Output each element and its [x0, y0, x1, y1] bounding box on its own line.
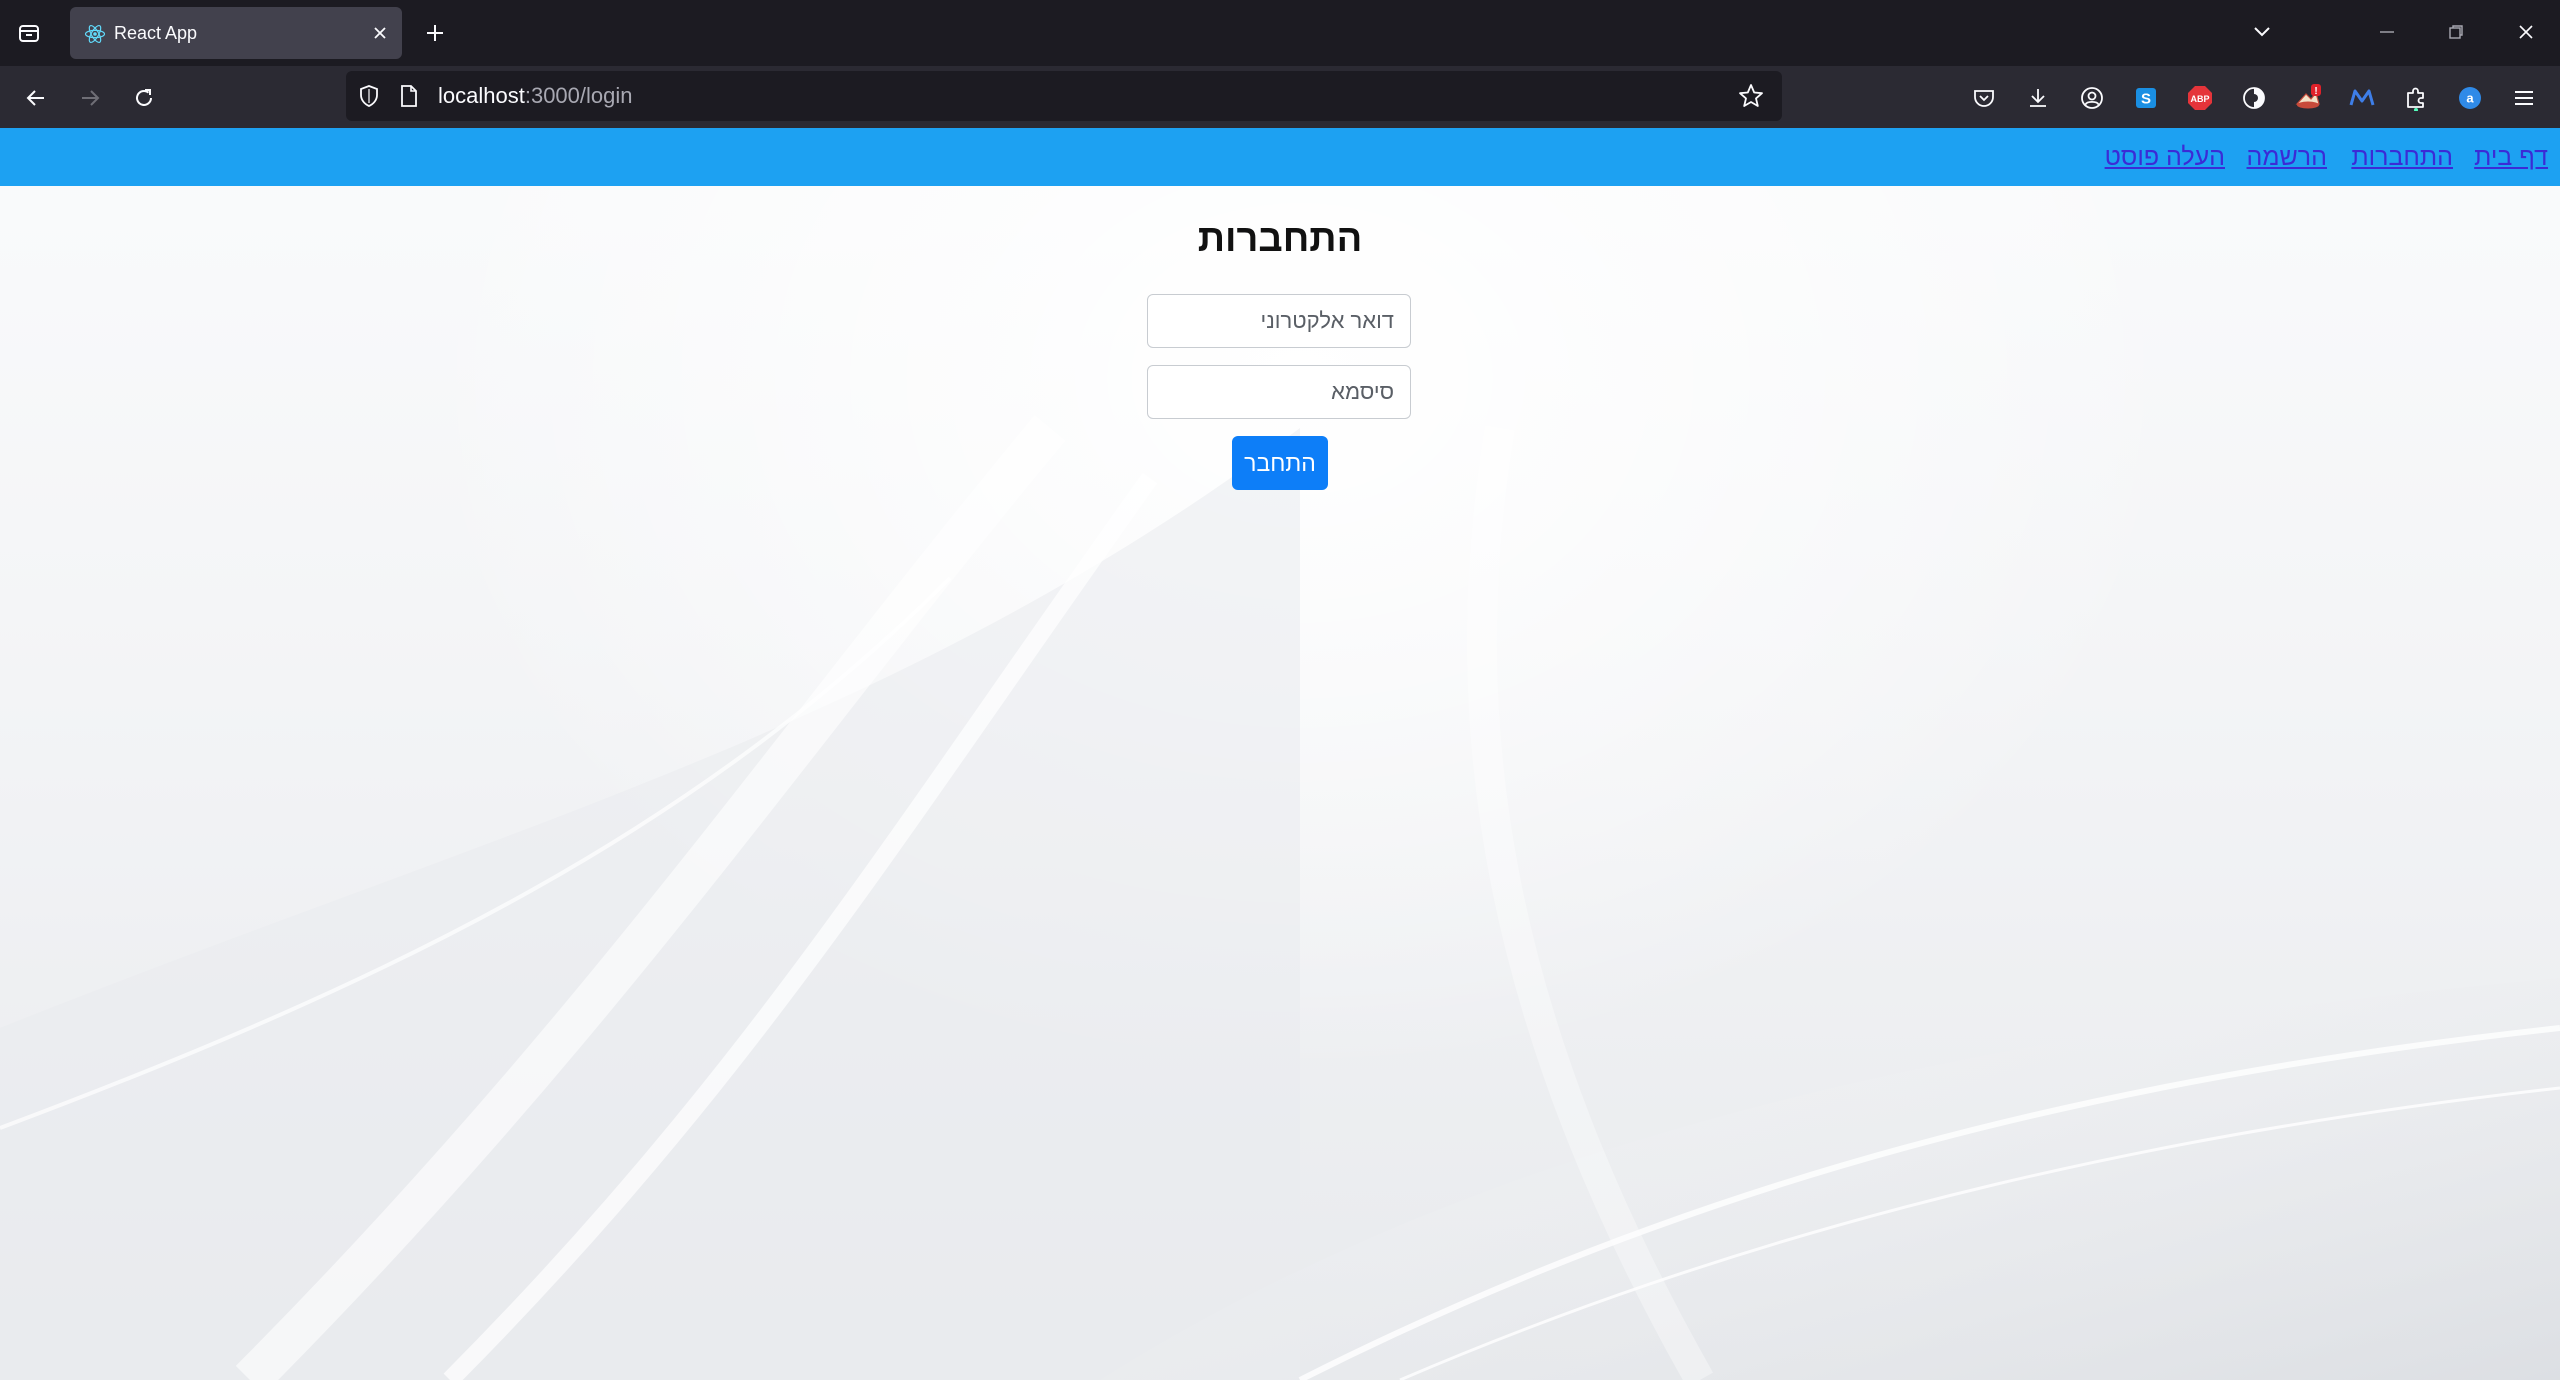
page-info-document-icon[interactable]: [396, 83, 422, 109]
url-host: localhost: [438, 83, 525, 108]
s-extension-icon[interactable]: S: [2128, 80, 2164, 116]
forward-arrow-icon[interactable]: [70, 78, 110, 118]
page-content: דף בית התחברות הרשמה העלה פוסט התחברות: [0, 128, 2560, 1380]
pocket-icon[interactable]: [1966, 80, 2002, 116]
restore-window-icon[interactable]: [2436, 14, 2476, 50]
bookmark-star-icon[interactable]: [1738, 83, 1764, 109]
password-input[interactable]: [1147, 365, 1411, 419]
download-icon[interactable]: [2020, 80, 2056, 116]
back-arrow-icon[interactable]: [16, 78, 56, 118]
tab-title: React App: [114, 23, 198, 43]
browser-tab-bar: React App: [0, 0, 2560, 66]
close-window-icon[interactable]: [2506, 14, 2546, 50]
m-extension-icon[interactable]: [2344, 80, 2380, 116]
account-icon[interactable]: [2074, 80, 2110, 116]
new-tab-plus-icon[interactable]: [418, 16, 452, 50]
nav-link-login[interactable]: התחברות: [2351, 142, 2453, 172]
adblock-plus-icon[interactable]: ABP: [2182, 80, 2218, 116]
react-logo-icon: [84, 23, 106, 45]
svg-text:!: !: [2314, 86, 2317, 97]
svg-text:S: S: [2141, 91, 2151, 108]
svg-text:ABP: ABP: [2190, 94, 2209, 104]
url-text: localhost:3000/login: [438, 83, 633, 109]
svg-text:a: a: [2466, 91, 2474, 106]
minimize-window-icon[interactable]: [2367, 14, 2407, 50]
puzzle-extensions-icon[interactable]: [2398, 80, 2434, 116]
tab-close-icon[interactable]: [368, 21, 392, 45]
a-extension-icon[interactable]: a: [2452, 80, 2488, 116]
nav-link-home[interactable]: דף בית: [2474, 142, 2548, 172]
privacy-badger-icon[interactable]: [2236, 80, 2272, 116]
email-input[interactable]: [1147, 294, 1411, 348]
browser-tab[interactable]: React App: [70, 7, 402, 59]
nav-link-upload-post[interactable]: העלה פוסט: [2105, 142, 2225, 172]
app-menu-icon[interactable]: [2506, 80, 2542, 116]
address-bar[interactable]: localhost:3000/login: [346, 71, 1782, 121]
login-submit-button[interactable]: התחבר: [1232, 436, 1328, 490]
reload-icon[interactable]: [124, 78, 164, 118]
app-navigation-bar: דף בית התחברות הרשמה העלה פוסט: [0, 128, 2560, 186]
url-path: :3000/login: [524, 83, 633, 108]
nav-link-register[interactable]: הרשמה: [2247, 142, 2327, 172]
extension-alert-icon[interactable]: !: [2290, 80, 2326, 116]
browser-toolbar: localhost:3000/login: [0, 66, 2560, 128]
login-title: התחברות: [1197, 218, 1363, 260]
firefox-view-icon[interactable]: [10, 16, 48, 50]
tracking-protection-shield-icon[interactable]: [356, 83, 382, 109]
list-all-tabs-chevron-icon[interactable]: [2242, 14, 2282, 50]
